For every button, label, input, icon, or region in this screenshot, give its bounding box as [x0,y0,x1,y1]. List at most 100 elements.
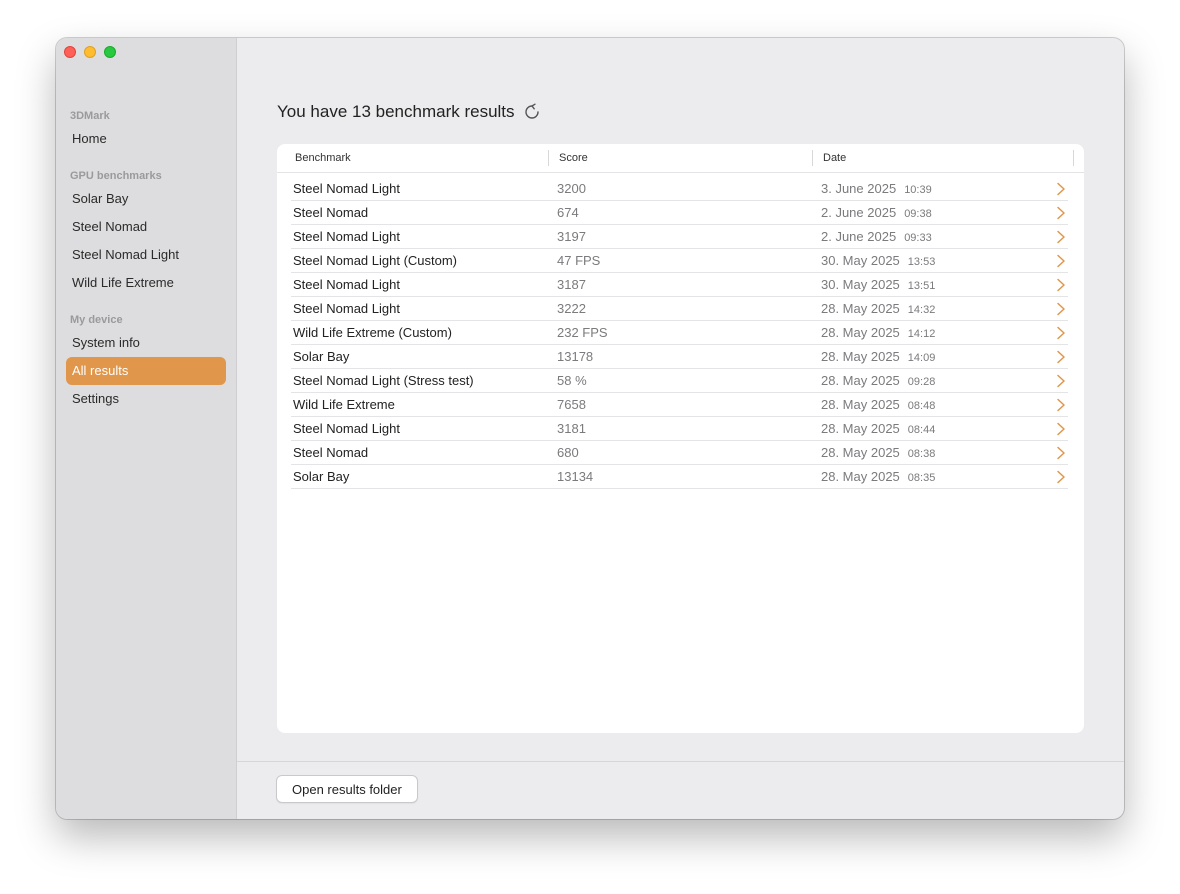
chevron-right-icon[interactable] [1056,206,1066,220]
time-value: 14:12 [907,328,936,340]
table-row[interactable]: Steel Nomad 680 28. May 2025 08:38 [291,441,1068,465]
score-value: 680 [557,445,579,460]
score-value: 13178 [557,349,594,364]
time-value: 14:32 [907,304,936,316]
table-row[interactable]: Steel Nomad 674 2. June 2025 09:38 [291,201,1068,225]
time-value: 08:35 [907,472,936,484]
page-title-row: You have 13 benchmark results [277,102,541,122]
benchmark-name: Steel Nomad [293,205,369,220]
score-value: 7658 [557,397,586,412]
column-header-score[interactable]: Score [559,144,588,172]
table-row[interactable]: Steel Nomad Light (Stress test) 58 % 28. M… [291,369,1068,393]
date-value: 30. May 2025 [821,277,900,292]
zoom-window-button[interactable] [104,46,116,58]
benchmark-name: Steel Nomad Light [293,277,400,292]
date-cell: 28. May 2025 08:48 [821,393,935,416]
benchmark-name: Solar Bay [293,469,350,484]
score-value: 3181 [557,421,586,436]
open-results-folder-button[interactable]: Open results folder [276,775,418,803]
date-cell: 28. May 2025 08:44 [821,417,935,440]
chevron-right-icon[interactable] [1056,446,1066,460]
benchmark-name: Steel Nomad [293,445,369,460]
column-header-date[interactable]: Date [823,144,846,172]
time-value: 08:48 [907,400,936,412]
sidebar: 3DMark Home GPU benchmarks Solar Bay Ste… [56,38,237,819]
sidebar-item-steel-nomad[interactable]: Steel Nomad [66,213,226,241]
table-row[interactable]: Solar Bay 13178 28. May 2025 14:09 [291,345,1068,369]
date-value: 28. May 2025 [821,325,900,340]
table-body: Steel Nomad Light 3200 3. June 2025 10:39 St… [291,177,1068,489]
benchmark-name: Wild Life Extreme [293,397,395,412]
date-value: 2. June 2025 [821,229,897,244]
sidebar-item-all-results[interactable]: All results [66,357,226,385]
table-header: Benchmark Score Date [277,144,1084,173]
chevron-right-icon[interactable] [1056,398,1066,412]
sidebar-section-gpu-benchmarks: GPU benchmarks [70,170,162,182]
table-row[interactable]: Steel Nomad Light 3222 28. May 2025 14:32 [291,297,1068,321]
benchmark-name: Steel Nomad Light [293,229,400,244]
chevron-right-icon[interactable] [1056,230,1066,244]
table-row[interactable]: Steel Nomad Light 3197 2. June 2025 09:33 [291,225,1068,249]
date-cell: 28. May 2025 14:32 [821,297,935,320]
column-divider[interactable] [812,150,813,166]
page-title: You have 13 benchmark results [277,102,515,121]
date-value: 28. May 2025 [821,301,900,316]
sidebar-item-steel-nomad-light[interactable]: Steel Nomad Light [66,241,226,269]
table-row[interactable]: Steel Nomad Light 3200 3. June 2025 10:39 [291,177,1068,201]
column-divider[interactable] [1073,150,1074,166]
time-value: 08:44 [907,424,936,436]
date-value: 28. May 2025 [821,421,900,436]
column-divider[interactable] [548,150,549,166]
table-row[interactable]: Solar Bay 13134 28. May 2025 08:35 [291,465,1068,489]
table-row[interactable]: Steel Nomad Light 3187 30. May 2025 13:51 [291,273,1068,297]
date-value: 28. May 2025 [821,373,900,388]
table-row[interactable]: Wild Life Extreme (Custom) 232 FPS 28. May… [291,321,1068,345]
time-value: 13:53 [907,256,936,268]
chevron-right-icon[interactable] [1056,422,1066,436]
date-value: 2. June 2025 [821,205,897,220]
sidebar-item-home[interactable]: Home [66,125,226,153]
sidebar-item-settings[interactable]: Settings [66,385,226,413]
time-value: 14:09 [907,352,936,364]
date-cell: 28. May 2025 09:28 [821,369,935,392]
chevron-right-icon[interactable] [1056,302,1066,316]
app-window: 3DMark Home GPU benchmarks Solar Bay Ste… [56,38,1124,819]
chevron-right-icon[interactable] [1056,470,1066,484]
date-cell: 2. June 2025 09:38 [821,201,932,224]
results-table: Benchmark Score Date Steel Nomad Light 32… [277,144,1084,733]
date-value: 28. May 2025 [821,397,900,412]
date-value: 28. May 2025 [821,469,900,484]
sidebar-section-my-device: My device [70,314,123,326]
chevron-right-icon[interactable] [1056,254,1066,268]
date-value: 30. May 2025 [821,253,900,268]
chevron-right-icon[interactable] [1056,374,1066,388]
sidebar-section-3dmark: 3DMark [70,110,110,122]
sidebar-item-wild-life-extreme[interactable]: Wild Life Extreme [66,269,226,297]
chevron-right-icon[interactable] [1056,350,1066,364]
time-value: 13:51 [907,280,936,292]
date-value: 3. June 2025 [821,181,897,196]
sidebar-item-system-info[interactable]: System info [66,329,226,357]
close-window-button[interactable] [64,46,76,58]
score-value: 58 % [557,373,587,388]
chevron-right-icon[interactable] [1056,278,1066,292]
benchmark-name: Steel Nomad Light [293,301,400,316]
score-value: 3187 [557,277,586,292]
column-header-benchmark[interactable]: Benchmark [295,144,351,172]
time-value: 09:38 [904,208,932,220]
minimize-window-button[interactable] [84,46,96,58]
table-row[interactable]: Steel Nomad Light (Custom) 47 FPS 30. May … [291,249,1068,273]
date-cell: 30. May 2025 13:51 [821,273,935,296]
time-value: 10:39 [904,184,932,196]
benchmark-name: Steel Nomad Light (Stress test) [293,373,474,388]
benchmark-name: Steel Nomad Light (Custom) [293,253,458,268]
table-row[interactable]: Wild Life Extreme 7658 28. May 2025 08:48 [291,393,1068,417]
chevron-right-icon[interactable] [1056,182,1066,196]
score-value: 3200 [557,181,586,196]
chevron-right-icon[interactable] [1056,326,1066,340]
table-row[interactable]: Steel Nomad Light 3181 28. May 2025 08:44 [291,417,1068,441]
date-cell: 30. May 2025 13:53 [821,249,935,272]
sidebar-item-solar-bay[interactable]: Solar Bay [66,185,226,213]
benchmark-name: Steel Nomad Light [293,421,400,436]
refresh-icon[interactable] [523,103,541,121]
